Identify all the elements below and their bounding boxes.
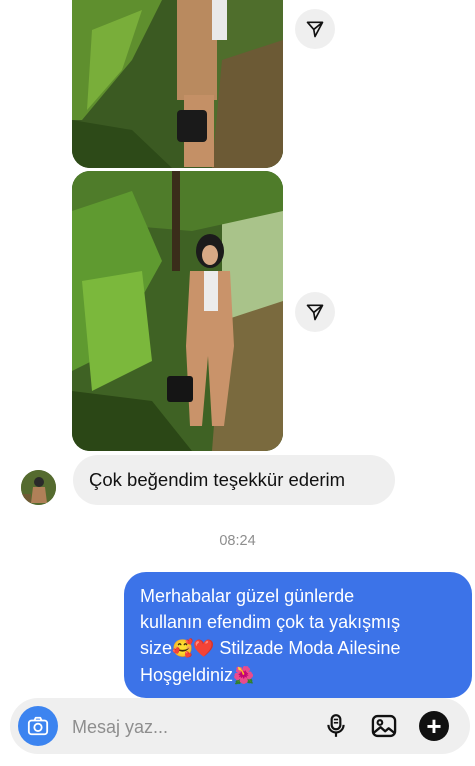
avatar-image — [21, 470, 56, 505]
incoming-message-text: Çok beğendim teşekkür ederim — [89, 469, 346, 490]
plus-icon: + — [419, 711, 449, 741]
outgoing-line-1: Merhabalar güzel günlerde — [140, 586, 355, 606]
outgoing-line-3: size🥰❤️ Stilzade Moda Ailesine — [140, 635, 460, 662]
red-heart-emoji: ❤️ — [193, 639, 215, 658]
outgoing-line-4: Hoşgeldiniz🌺 — [140, 662, 460, 689]
share-button[interactable] — [295, 292, 335, 332]
hibiscus-emoji: 🌺 — [233, 666, 255, 685]
photo-1-image — [72, 0, 283, 168]
incoming-message-bubble[interactable]: Çok beğendim teşekkür ederim — [73, 455, 395, 505]
shared-photo-1[interactable] — [72, 0, 283, 168]
message-composer: + — [10, 698, 470, 754]
outgoing-message-bubble[interactable]: Merhabalar güzel günlerde kullanın efend… — [124, 572, 472, 698]
camera-button[interactable] — [18, 706, 58, 746]
sender-avatar[interactable] — [21, 470, 56, 505]
camera-icon — [27, 716, 49, 736]
paper-plane-icon — [306, 21, 324, 38]
voice-message-button[interactable] — [321, 711, 351, 741]
shared-photo-2[interactable] — [72, 171, 283, 451]
outgoing-line-4-text: Hoşgeldiniz — [140, 665, 234, 685]
more-options-button[interactable]: + — [419, 711, 449, 741]
message-timestamp: 08:24 — [219, 533, 256, 549]
outgoing-line-3-end: Stilzade Moda Ailesine — [214, 638, 401, 658]
smiling-hearts-emoji: 🥰 — [172, 639, 194, 658]
paper-plane-icon — [306, 304, 324, 321]
gallery-button[interactable] — [369, 711, 399, 741]
microphone-icon — [327, 714, 345, 737]
message-input[interactable] — [70, 710, 274, 744]
image-icon — [371, 714, 397, 738]
share-button[interactable] — [295, 9, 335, 49]
outgoing-line-2: kullanın efendim çok ta yakışmış — [140, 612, 401, 632]
outgoing-line-3-start: size — [140, 638, 173, 658]
photo-2-image — [72, 171, 283, 451]
